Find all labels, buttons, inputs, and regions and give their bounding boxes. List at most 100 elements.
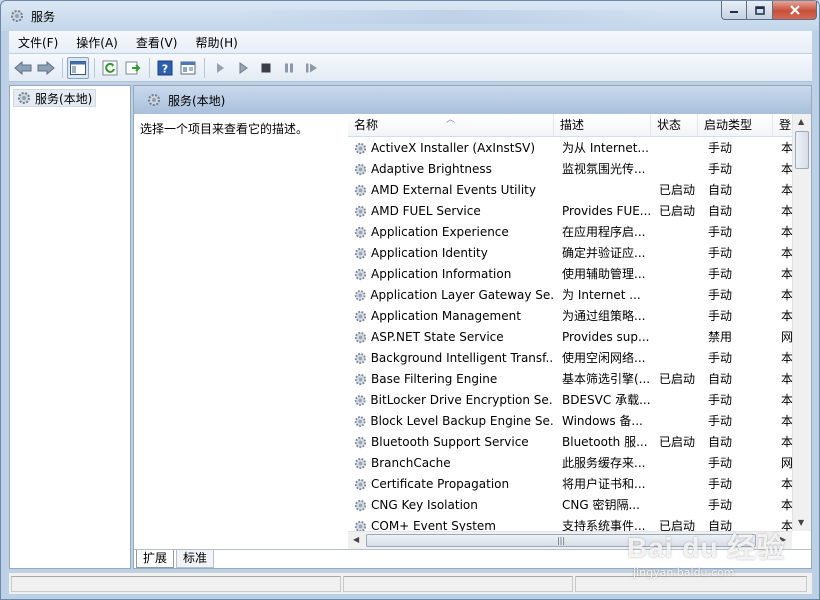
help-button[interactable]: ? <box>154 57 176 79</box>
service-description: Provides sup... <box>562 330 650 344</box>
service-name-cell: ActiveX Installer (AxInstSV) <box>353 138 553 159</box>
service-name: ASP.NET State Service <box>371 330 504 344</box>
scroll-up-icon[interactable]: ▲ <box>798 117 804 126</box>
service-gear-icon <box>354 184 367 197</box>
column-header-startup-type[interactable]: 启动类型 <box>698 114 773 137</box>
service-status: 已启动 <box>659 204 696 218</box>
export-list-button[interactable] <box>122 57 144 79</box>
show-hide-console-tree-button[interactable] <box>67 56 89 79</box>
service-startup-type: 自动 <box>708 435 733 449</box>
title-bar[interactable]: 服务 <box>1 1 819 31</box>
service-startup-type: 手动 <box>708 288 733 302</box>
tree-item-label: 服务(本地) <box>35 91 93 106</box>
menu-file[interactable]: 文件(F) <box>9 34 67 51</box>
refresh-button[interactable] <box>99 57 121 79</box>
service-row[interactable]: BranchCache 此服务缓存来... 手动网 <box>348 453 811 474</box>
service-name: Application Experience <box>371 225 509 239</box>
service-row[interactable]: Certificate Propagation 将用户证书和... 手动本 <box>348 474 811 495</box>
service-name: BranchCache <box>371 456 451 470</box>
column-header-status[interactable]: 状态 <box>651 114 698 137</box>
service-name: Base Filtering Engine <box>371 372 498 386</box>
service-description: 监视氛围光传... <box>562 162 646 176</box>
service-status <box>659 390 703 411</box>
service-row[interactable]: Adaptive Brightness 监视氛围光传... 手动本 <box>348 159 811 180</box>
menu-action[interactable]: 操作(A) <box>67 34 127 51</box>
service-status <box>659 264 703 285</box>
details-pane: 服务(本地) 选择一个项目来查看它的描述。 名称 ︿ 描述 状态 启动类型 登 … <box>133 85 812 569</box>
service-gear-icon <box>354 205 367 218</box>
service-description: CNG 密钥隔... <box>562 498 640 512</box>
tab-standard[interactable]: 标准 <box>176 550 215 568</box>
toolbar-separator <box>62 57 63 78</box>
status-cell <box>11 576 341 592</box>
service-description: 在应用程序启... <box>562 225 646 239</box>
service-status <box>659 327 703 348</box>
services-list[interactable]: 名称 ︿ 描述 状态 启动类型 登 ActiveX Installer (AxI… <box>348 114 811 549</box>
horizontal-scroll-thumb[interactable]: ||| <box>366 534 756 547</box>
minimize-button[interactable] <box>721 1 747 20</box>
service-name: AMD FUEL Service <box>371 204 481 218</box>
service-row[interactable]: AMD External Events Utility 已启动 自动本 <box>348 180 811 201</box>
view-tabs: 扩展 标准 <box>134 549 811 568</box>
service-description: 此服务缓存来... <box>562 456 646 470</box>
horizontal-scrollbar[interactable]: ◀ ||| ▶ <box>348 531 792 549</box>
service-name-cell: AMD FUEL Service <box>353 201 553 222</box>
start-service-button[interactable] <box>209 57 231 79</box>
service-name: Block Level Backup Engine Se... <box>370 414 553 428</box>
service-row[interactable]: BitLocker Drive Encryption Se... BDESVC 承… <box>348 390 811 411</box>
service-name-cell: Bluetooth Support Service <box>353 432 553 453</box>
menu-view[interactable]: 查看(V) <box>127 34 187 51</box>
forward-button[interactable] <box>35 57 57 79</box>
service-description: BDESVC 承载... <box>562 393 651 407</box>
service-gear-icon <box>354 416 366 427</box>
service-status <box>659 453 703 474</box>
column-header-description[interactable]: 描述 <box>554 114 651 137</box>
service-row[interactable]: Application Management 为通过组策略... 手动本 <box>348 306 811 327</box>
maximize-button[interactable] <box>747 1 773 20</box>
tab-extended[interactable]: 扩展 <box>136 550 175 568</box>
service-gear-icon <box>354 226 367 239</box>
scroll-left-icon[interactable]: ◀ <box>353 535 359 544</box>
service-row[interactable]: Application Identity 确定并验证应... 手动本 <box>348 243 811 264</box>
service-name: Certificate Propagation <box>371 477 510 491</box>
service-name-cell: Application Management <box>353 306 553 327</box>
tree-item-services-local[interactable]: 服务(本地) <box>13 89 97 107</box>
restart-service-button[interactable] <box>301 57 323 79</box>
vertical-scroll-thumb[interactable] <box>795 131 809 169</box>
status-cell <box>343 576 573 592</box>
service-row[interactable]: ActiveX Installer (AxInstSV) 为从 Internet.… <box>348 138 811 159</box>
pause-service-button[interactable] <box>278 57 300 79</box>
scroll-down-icon[interactable]: ▼ <box>798 518 804 527</box>
stop-service-button[interactable] <box>255 57 277 79</box>
console-tree: 服务(本地) <box>9 85 131 569</box>
start-service-alt-button[interactable] <box>232 57 254 79</box>
list-header: 名称 ︿ 描述 状态 启动类型 登 <box>348 114 811 137</box>
menu-help[interactable]: 帮助(H) <box>186 34 246 51</box>
service-row[interactable]: Application Information 使用辅助管理... 手动本 <box>348 264 811 285</box>
service-startup-type: 手动 <box>708 141 733 155</box>
minimize-icon <box>730 11 738 13</box>
service-gear-icon <box>354 290 366 301</box>
service-startup-type: 自动 <box>708 372 733 386</box>
service-row[interactable]: Base Filtering Engine 基本筛选引擎(... 已启动 自动本 <box>348 369 811 390</box>
close-button[interactable] <box>773 1 817 20</box>
service-row[interactable]: ASP.NET State Service Provides sup... 禁用网 <box>348 327 811 348</box>
column-header-name[interactable]: 名称 ︿ <box>348 114 554 137</box>
back-button[interactable] <box>12 57 34 79</box>
service-startup-type: 手动 <box>708 246 733 260</box>
service-name: Bluetooth Support Service <box>371 435 529 449</box>
vertical-scrollbar[interactable]: ▲ ▼ <box>792 114 811 531</box>
service-row[interactable]: Background Intelligent Transf... 使用空闲网络..… <box>348 348 811 369</box>
refresh-icon <box>102 60 118 75</box>
service-row[interactable]: Bluetooth Support Service Bluetooth 服... 已… <box>348 432 811 453</box>
service-name: ActiveX Installer (AxInstSV) <box>371 141 536 155</box>
service-row[interactable]: Block Level Backup Engine Se... Windows 备… <box>348 411 811 432</box>
properties-button[interactable] <box>177 57 199 79</box>
service-status <box>659 138 703 159</box>
service-row[interactable]: CNG Key Isolation CNG 密钥隔... 手动本 <box>348 495 811 516</box>
service-row[interactable]: Application Experience 在应用程序启... 手动本 <box>348 222 811 243</box>
service-row[interactable]: Application Layer Gateway Se... 为 Interne… <box>348 285 811 306</box>
service-row[interactable]: AMD FUEL Service Provides FUE... 已启动 自动本 <box>348 201 811 222</box>
service-description <box>562 180 654 201</box>
scroll-right-icon[interactable]: ▶ <box>780 535 786 544</box>
